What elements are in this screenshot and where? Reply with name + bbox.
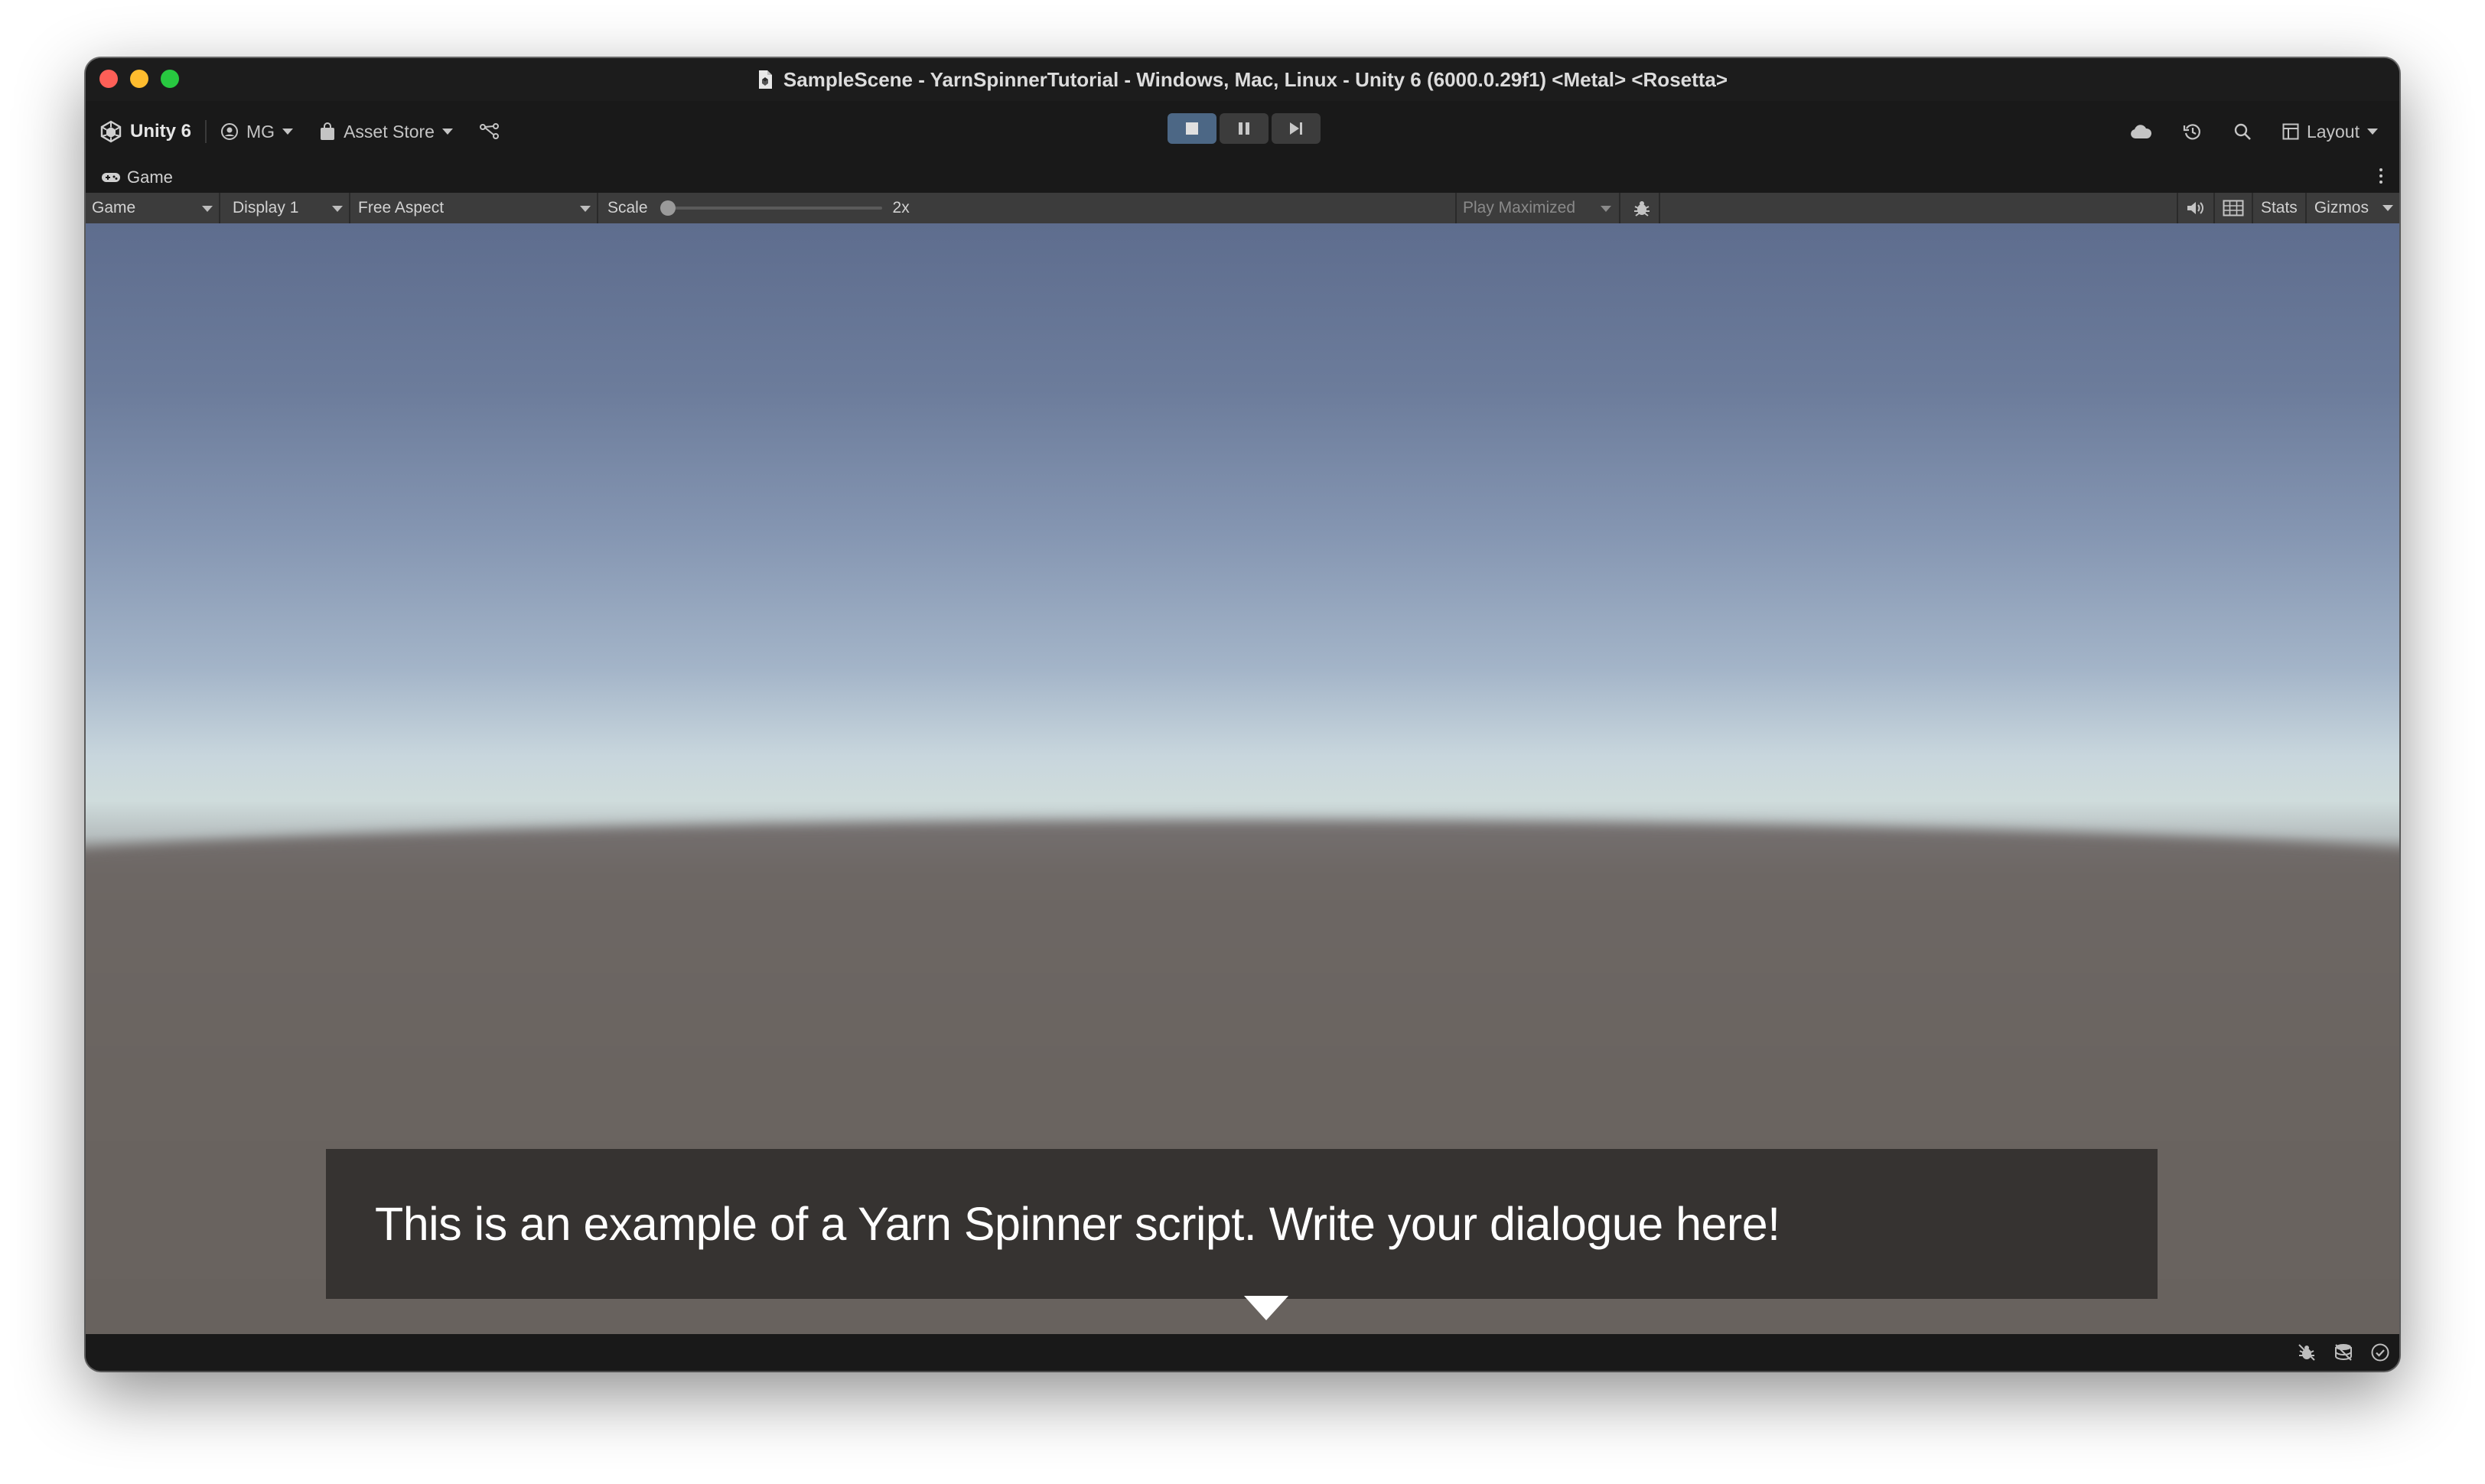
stats-grid-button[interactable] xyxy=(2213,193,2252,223)
account-dropdown[interactable]: MG xyxy=(220,121,294,142)
gizmos-label: Gizmos xyxy=(2314,199,2369,216)
toolbar-divider xyxy=(205,120,207,143)
toolbar-right-group: Layout xyxy=(2129,101,2378,162)
stop-icon xyxy=(1186,122,1198,135)
gamepad-icon xyxy=(102,173,120,182)
window-title: SampleScene - YarnSpinnerTutorial - Wind… xyxy=(783,67,1728,91)
window-controls xyxy=(99,70,179,88)
unity-logo-icon xyxy=(100,120,122,143)
toolbar-left-group: Unity 6 MG Asset Store xyxy=(86,101,526,162)
stats-button[interactable]: Stats xyxy=(2251,193,2305,223)
chevron-down-icon xyxy=(580,206,591,212)
game-view-toolbar: Game Display 1 Free Aspect Scale 2x Play… xyxy=(86,193,2399,223)
playmode-controls xyxy=(1168,113,1321,144)
bug-icon xyxy=(1634,201,1650,216)
cloud-services-button[interactable] xyxy=(2129,123,2152,140)
chevron-down-icon xyxy=(1601,206,1611,212)
main-toolbar: Unity 6 MG Asset Store Layout xyxy=(86,101,2399,162)
check-circle-icon[interactable] xyxy=(2370,1342,2390,1362)
play-mode-dropdown[interactable]: Play Maximized xyxy=(1455,193,1620,223)
layout-dropdown[interactable]: Layout xyxy=(2282,122,2378,142)
view-type-label: Game xyxy=(92,199,136,216)
unity-version-label: Unity 6 xyxy=(130,121,192,142)
debug-button[interactable] xyxy=(1625,193,1660,223)
asset-store-label: Asset Store xyxy=(344,121,435,142)
asset-store-dropdown[interactable]: Asset Store xyxy=(319,122,453,142)
tab-game-label: Game xyxy=(127,168,173,187)
game-viewport[interactable]: This is an example of a Yarn Spinner scr… xyxy=(86,223,2399,1334)
tab-strip: Game xyxy=(86,162,2399,193)
window-title-group: SampleScene - YarnSpinnerTutorial - Wind… xyxy=(757,68,1728,92)
undo-history-button[interactable] xyxy=(2183,122,2203,142)
status-bar xyxy=(86,1334,2399,1371)
layout-icon xyxy=(2282,123,2299,140)
scene-document-icon xyxy=(757,70,773,89)
aspect-label: Free Aspect xyxy=(358,199,445,216)
title-bar: SampleScene - YarnSpinnerTutorial - Wind… xyxy=(86,58,2399,101)
search-icon xyxy=(2234,123,2251,140)
speaker-icon xyxy=(2187,202,2203,214)
more-options-icon[interactable] xyxy=(2379,168,2382,184)
debug-mode-icon[interactable] xyxy=(2297,1342,2317,1362)
dialogue-box[interactable]: This is an example of a Yarn Spinner scr… xyxy=(326,1149,2158,1299)
pause-button[interactable] xyxy=(1220,113,1269,144)
chevron-down-icon xyxy=(332,206,343,212)
scale-slider-thumb[interactable] xyxy=(660,200,676,216)
history-icon xyxy=(2183,124,2200,140)
version-control-icon xyxy=(479,123,499,139)
step-button[interactable] xyxy=(1272,113,1321,144)
continue-arrow-icon[interactable] xyxy=(1244,1296,1288,1320)
game-toolbar-right: Stats Gizmos xyxy=(2176,193,2399,223)
chevron-down-icon xyxy=(2367,129,2378,135)
display-dropdown[interactable]: Display 1 xyxy=(220,193,350,223)
tab-game[interactable]: Game xyxy=(86,168,173,187)
cache-server-icon[interactable] xyxy=(2334,1342,2353,1362)
dialogue-text: This is an example of a Yarn Spinner scr… xyxy=(375,1198,1780,1250)
unity-editor-window: SampleScene - YarnSpinnerTutorial - Wind… xyxy=(86,58,2399,1371)
layout-label: Layout xyxy=(2306,121,2360,142)
gizmos-dropdown[interactable]: Gizmos xyxy=(2304,193,2399,223)
chevron-down-icon xyxy=(282,129,294,135)
play-stop-button[interactable] xyxy=(1168,113,1216,144)
search-button[interactable] xyxy=(2233,122,2252,141)
view-type-dropdown[interactable]: Game xyxy=(86,193,220,223)
account-icon xyxy=(221,123,239,140)
display-label: Display 1 xyxy=(233,199,299,216)
version-control-button[interactable] xyxy=(479,122,500,141)
scale-label: Scale xyxy=(607,199,648,216)
scale-value: 2x xyxy=(892,199,910,216)
chevron-down-icon xyxy=(2382,205,2393,211)
chevron-down-icon xyxy=(441,129,453,135)
mute-audio-button[interactable] xyxy=(2176,193,2213,223)
play-mode-label: Play Maximized xyxy=(1463,199,1576,216)
close-window-button[interactable] xyxy=(99,70,118,88)
grid-icon xyxy=(2223,200,2244,216)
scale-slider[interactable] xyxy=(660,200,882,216)
cloud-icon xyxy=(2131,125,2151,138)
pause-icon xyxy=(1239,122,1249,135)
minimize-window-button[interactable] xyxy=(130,70,148,88)
chevron-down-icon xyxy=(202,206,213,212)
maximize-window-button[interactable] xyxy=(161,70,179,88)
shopping-bag-icon xyxy=(321,122,335,140)
aspect-dropdown[interactable]: Free Aspect xyxy=(350,193,598,223)
stats-label: Stats xyxy=(2260,199,2298,216)
scale-control: Scale 2x xyxy=(598,193,910,223)
step-forward-icon xyxy=(1290,122,1302,135)
unity-version-button[interactable]: Unity 6 xyxy=(99,120,191,143)
account-label: MG xyxy=(246,121,275,142)
